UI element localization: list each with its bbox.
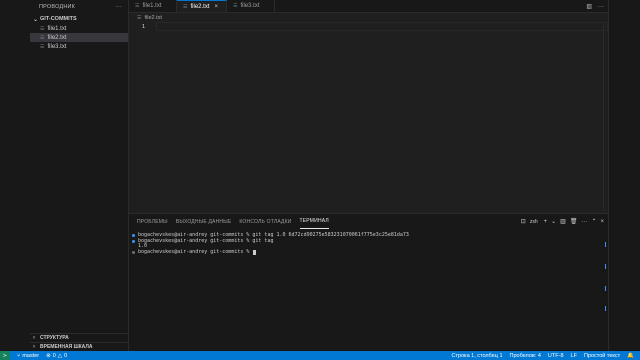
tab-terminal[interactable]: ТЕРМИНАЛ xyxy=(299,214,329,229)
sidebar-bottom-sections: › СТРУКТУРА › ВРЕМЕННАЯ ШКАЛА xyxy=(30,333,128,351)
activity-bar xyxy=(0,0,30,351)
scrollbar-marker xyxy=(605,286,606,291)
tab-label: file1.txt xyxy=(142,3,162,9)
tab-file3[interactable]: ☰ file3.txt xyxy=(227,0,275,12)
code-line[interactable]: 1 xyxy=(129,22,608,31)
error-count: 0 xyxy=(52,352,56,359)
panel-tabs: ПРОБЛЕМЫ ВЫХОДНЫЕ ДАННЫЕ КОНСОЛЬ ОТЛАДКИ… xyxy=(129,214,608,229)
encoding[interactable]: UTF-8 xyxy=(548,353,564,359)
tab-label: file3.txt xyxy=(240,3,260,9)
split-terminal-icon[interactable]: ▥ xyxy=(560,218,566,225)
file-item-file2[interactable]: ☰ file2.txt xyxy=(30,33,128,42)
shell-label[interactable]: zsh xyxy=(530,219,538,225)
notifications-bell-icon[interactable]: 🔔 xyxy=(627,353,634,359)
close-icon[interactable]: × xyxy=(214,4,218,10)
terminal-output[interactable]: bogachevskes@air-andrey git-commits % gi… xyxy=(129,229,608,256)
terminal-line-text: bogachevskes@air-andrey git-commits % gi… xyxy=(138,237,274,244)
outline-label: СТРУКТУРА xyxy=(40,335,69,341)
indentation[interactable]: Пробелов: 4 xyxy=(510,353,541,359)
timeline-section[interactable]: › ВРЕМЕННАЯ ШКАЛА xyxy=(30,342,128,351)
terminal-line-text: bogachevskes@air-andrey git-commits % xyxy=(138,248,253,255)
outline-section[interactable]: › СТРУКТУРА xyxy=(30,333,128,342)
tab-output[interactable]: ВЫХОДНЫЕ ДАННЫЕ xyxy=(176,214,232,229)
command-success-icon[interactable] xyxy=(132,239,135,243)
tab-file2[interactable]: ☰ file2.txt × xyxy=(177,0,227,12)
remote-icon[interactable]: ≻ xyxy=(0,351,10,360)
file-text-icon: ☰ xyxy=(40,43,45,50)
language-mode[interactable]: Простой текст xyxy=(584,353,620,359)
editor-area: ☰ file1.txt ☰ file2.txt × ☰ file3.txt ▥ … xyxy=(129,0,608,213)
file-text-icon: ☰ xyxy=(135,3,140,9)
status-right: Строка 1, столбец 1 Пробелов: 4 UTF-8 LF… xyxy=(444,353,640,359)
breadcrumb: ☰ file2.txt xyxy=(129,13,608,22)
terminal-scrollbar[interactable] xyxy=(604,242,606,312)
trash-icon[interactable]: 🗑 xyxy=(570,218,578,225)
current-line-highlight[interactable] xyxy=(156,22,608,31)
problems-status[interactable]: ⊗ 0 △ 0 xyxy=(46,353,67,359)
warning-count: 0 xyxy=(64,352,68,359)
branch-name: master xyxy=(22,352,40,359)
branch-status[interactable]: ⑂ master xyxy=(17,353,39,359)
file-text-icon: ☰ xyxy=(137,14,142,21)
cursor-position[interactable]: Строка 1, столбец 1 xyxy=(451,353,502,359)
file-text-icon: ☰ xyxy=(183,3,188,10)
warning-icon: △ xyxy=(57,352,63,359)
explorer-sidebar: ПРОВОДНИК ··· ⌄ GIT-COMMITS ☰ file1.txt … xyxy=(30,0,129,351)
ellipsis-icon[interactable]: ··· xyxy=(581,219,587,225)
line-number: 1 xyxy=(141,23,145,30)
file-text-icon: ☰ xyxy=(40,25,45,32)
split-editor-icon[interactable]: ▥ xyxy=(586,3,592,10)
panel-actions: ⊡ zsh + ⌄ ▥ 🗑 ··· ⌃ × xyxy=(521,214,604,229)
terminal-cursor xyxy=(253,250,257,256)
chevron-down-icon: ⌄ xyxy=(33,16,39,23)
file-text-icon: ☰ xyxy=(233,3,238,9)
timeline-label: ВРЕМЕННАЯ ШКАЛА xyxy=(40,344,93,350)
editor-actions: ▥ ··· xyxy=(586,0,604,13)
error-icon: ⊗ xyxy=(46,352,51,359)
file-name: file3.txt xyxy=(47,43,67,50)
breadcrumb-item[interactable]: file2.txt xyxy=(144,15,161,21)
branch-icon: ⑂ xyxy=(17,352,21,359)
explorer-header: ПРОВОДНИК ··· xyxy=(30,0,128,14)
chevron-right-icon: › xyxy=(33,335,35,341)
command-pending-icon xyxy=(132,251,135,255)
chevron-right-icon: › xyxy=(33,344,35,350)
terminal-prompt-line[interactable]: bogachevskes@air-andrey git-commits % xyxy=(132,248,608,256)
terminal-icon: ⊡ xyxy=(520,219,526,225)
ellipsis-icon[interactable]: ··· xyxy=(116,4,122,10)
plus-icon[interactable]: + xyxy=(544,219,548,225)
terminal-panel: ПРОБЛЕМЫ ВЫХОДНЫЕ ДАННЫЕ КОНСОЛЬ ОТЛАДКИ… xyxy=(129,213,608,351)
scrollbar-marker xyxy=(605,306,606,311)
file-text-icon: ☰ xyxy=(40,34,45,41)
chevron-down-icon[interactable]: ⌄ xyxy=(551,218,556,225)
end-of-line[interactable]: LF xyxy=(571,353,577,359)
tab-label: file2.txt xyxy=(190,3,210,10)
explorer-title: ПРОВОДНИК xyxy=(39,4,76,10)
folder-header[interactable]: ⌄ GIT-COMMITS xyxy=(30,14,128,24)
status-bar: ≻ ⑂ master ⊗ 0 △ 0 Строка 1, столбец 1 П… xyxy=(0,351,640,360)
editor-tabs: ☰ file1.txt ☰ file2.txt × ☰ file3.txt ▥ … xyxy=(129,0,608,13)
maximize-icon[interactable]: ⌃ xyxy=(591,218,596,225)
scrollbar-marker xyxy=(605,264,606,269)
close-icon[interactable]: × xyxy=(600,219,604,225)
file-name: file1.txt xyxy=(47,25,67,32)
file-item-file3[interactable]: ☰ file3.txt xyxy=(30,42,128,51)
command-success-icon[interactable] xyxy=(132,234,135,238)
ellipsis-icon[interactable]: ··· xyxy=(598,4,604,10)
tab-debug-console[interactable]: КОНСОЛЬ ОТЛАДКИ xyxy=(239,214,291,229)
secondary-side-bar xyxy=(608,0,640,351)
tab-problems[interactable]: ПРОБЛЕМЫ xyxy=(137,214,168,229)
tab-file1[interactable]: ☰ file1.txt xyxy=(129,0,177,12)
file-name: file2.txt xyxy=(47,34,67,41)
scrollbar-marker xyxy=(605,242,606,247)
folder-name: GIT-COMMITS xyxy=(40,16,77,22)
file-item-file1[interactable]: ☰ file1.txt xyxy=(30,24,128,33)
